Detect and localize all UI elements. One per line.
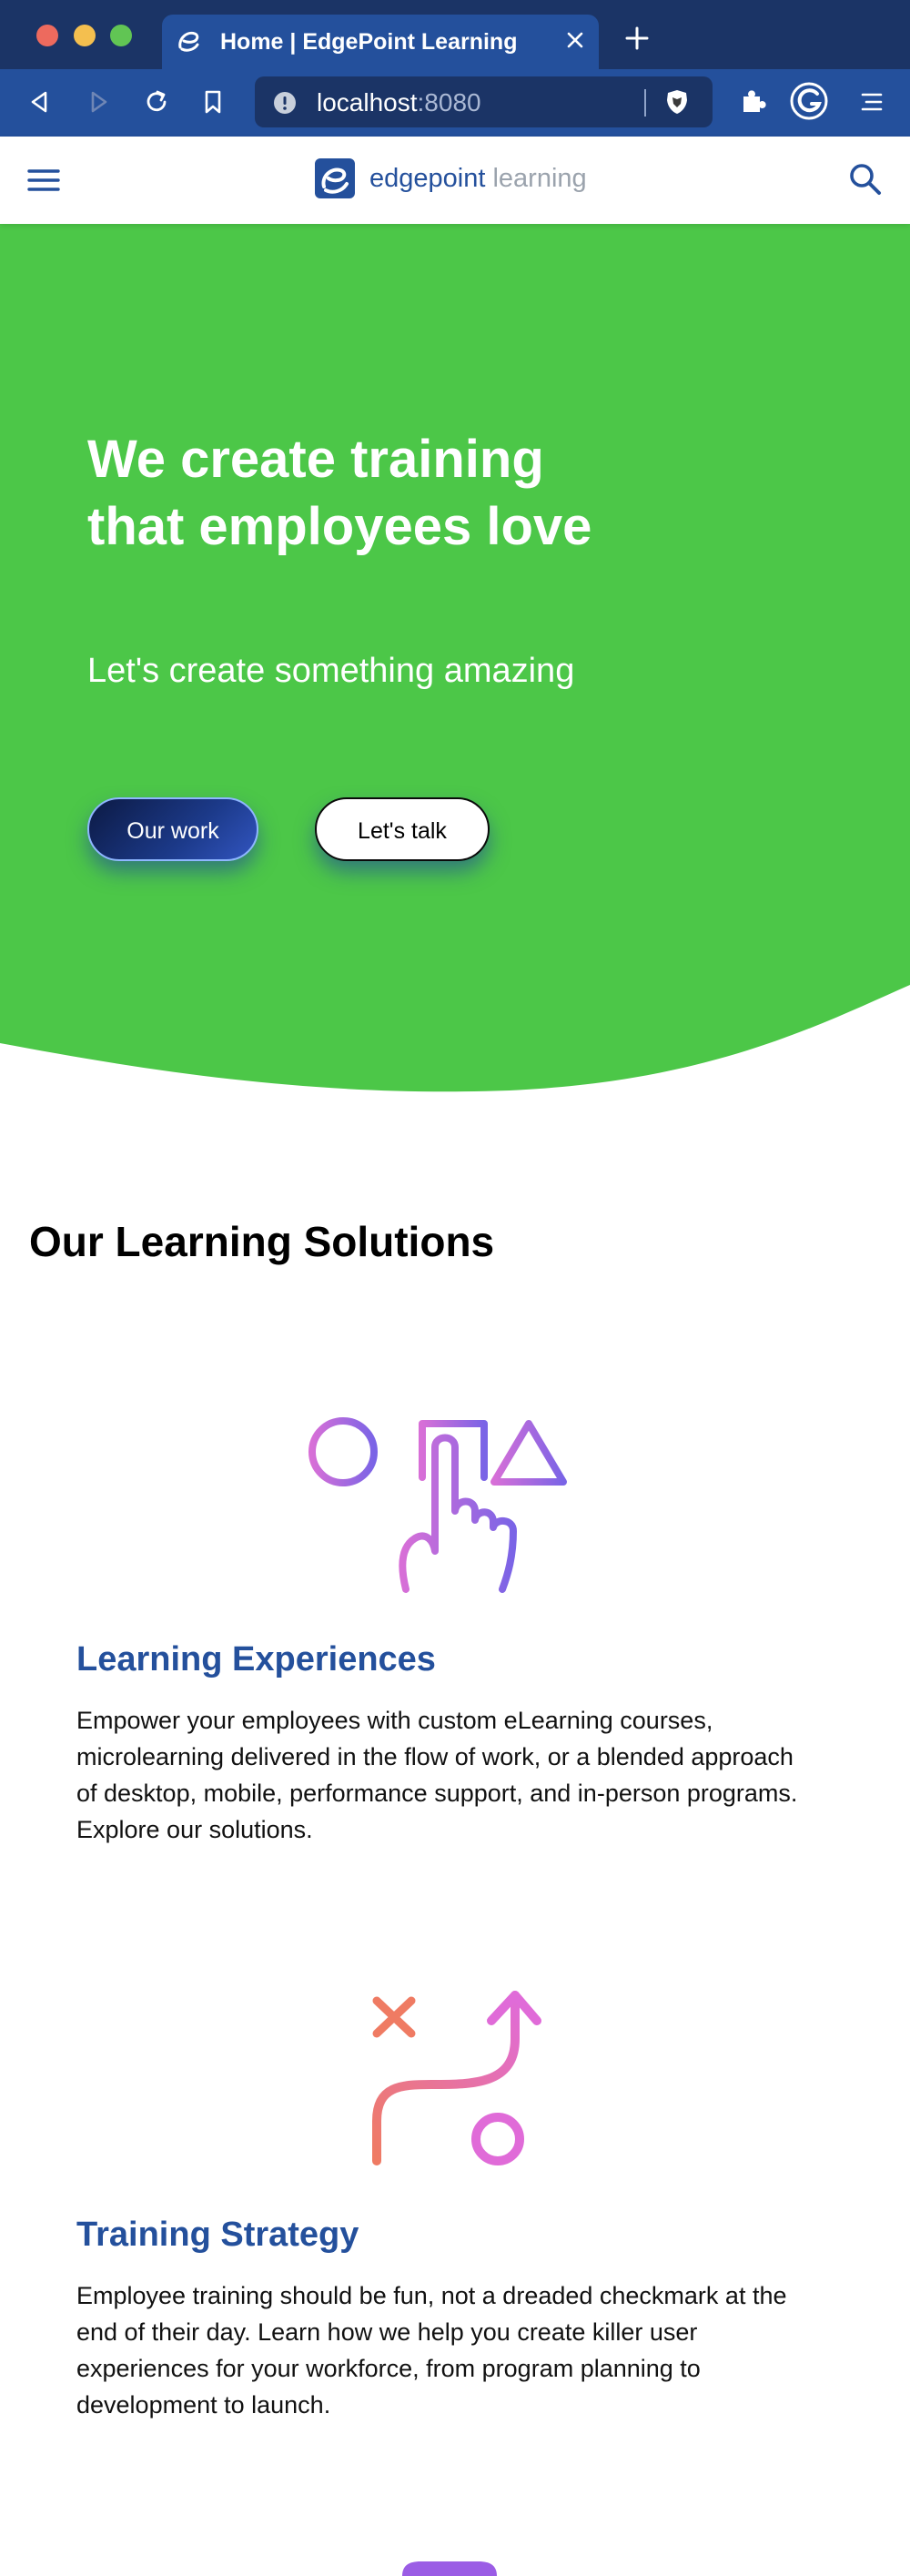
- hero-subtitle: Let's create something amazing: [87, 652, 575, 690]
- window-zoom-dot[interactable]: [110, 25, 132, 46]
- lets-talk-button[interactable]: Let's talk: [315, 797, 490, 861]
- window-close-dot[interactable]: [36, 25, 58, 46]
- browser-tab-bar: Home | EdgePoint Learning: [0, 0, 910, 69]
- hamburger-icon[interactable]: [27, 164, 60, 197]
- next-solution-icon: [402, 2561, 497, 2576]
- extensions-icon[interactable]: [737, 86, 768, 117]
- tab-title: Home | EdgePoint Learning: [220, 29, 518, 55]
- strategy-path-icon: [372, 1991, 541, 2165]
- reload-icon[interactable]: [142, 87, 171, 117]
- hero-title: We create training that employees love: [87, 430, 592, 556]
- our-work-button[interactable]: Our work: [87, 797, 258, 861]
- pointer-shapes-icon: [308, 1417, 567, 1593]
- edgepoint-e-icon: [178, 31, 199, 52]
- new-tab-icon[interactable]: [624, 25, 650, 51]
- browser-menu-icon[interactable]: [857, 87, 886, 117]
- profile-avatar-icon[interactable]: [790, 82, 828, 120]
- active-tab[interactable]: Home | EdgePoint Learning: [162, 15, 599, 69]
- forward-icon[interactable]: [84, 87, 113, 117]
- back-icon[interactable]: [25, 87, 55, 117]
- browser-toolbar: localhost:8080: [0, 69, 910, 137]
- edgepoint-logo-mark-icon: [315, 158, 355, 198]
- bookmark-icon[interactable]: [198, 87, 228, 117]
- close-icon[interactable]: [561, 25, 590, 55]
- solutions-heading: Our Learning Solutions: [29, 1218, 495, 1265]
- solution-title-training-strategy[interactable]: Training Strategy: [76, 2214, 359, 2256]
- site-header: edgepoint learning: [0, 137, 910, 224]
- window-minimize-dot[interactable]: [74, 25, 96, 46]
- solution-description-learning-experiences: Empower your employees with custom eLear…: [76, 1707, 798, 1843]
- brave-shield-icon[interactable]: [662, 87, 692, 117]
- logo-wordmark: edgepoint learning: [369, 164, 587, 193]
- url-divider: [644, 89, 646, 117]
- search-icon[interactable]: [848, 162, 883, 197]
- site-info-icon[interactable]: [273, 91, 297, 115]
- url-text: localhost:8080: [317, 88, 481, 117]
- address-bar[interactable]: localhost:8080: [255, 76, 713, 127]
- hero-section: We create training that employees love L…: [0, 224, 910, 1098]
- solution-title-learning-experiences[interactable]: Learning Experiences: [76, 1638, 436, 1680]
- solution-description-training-strategy: Employee training should be fun, not a d…: [76, 2282, 787, 2419]
